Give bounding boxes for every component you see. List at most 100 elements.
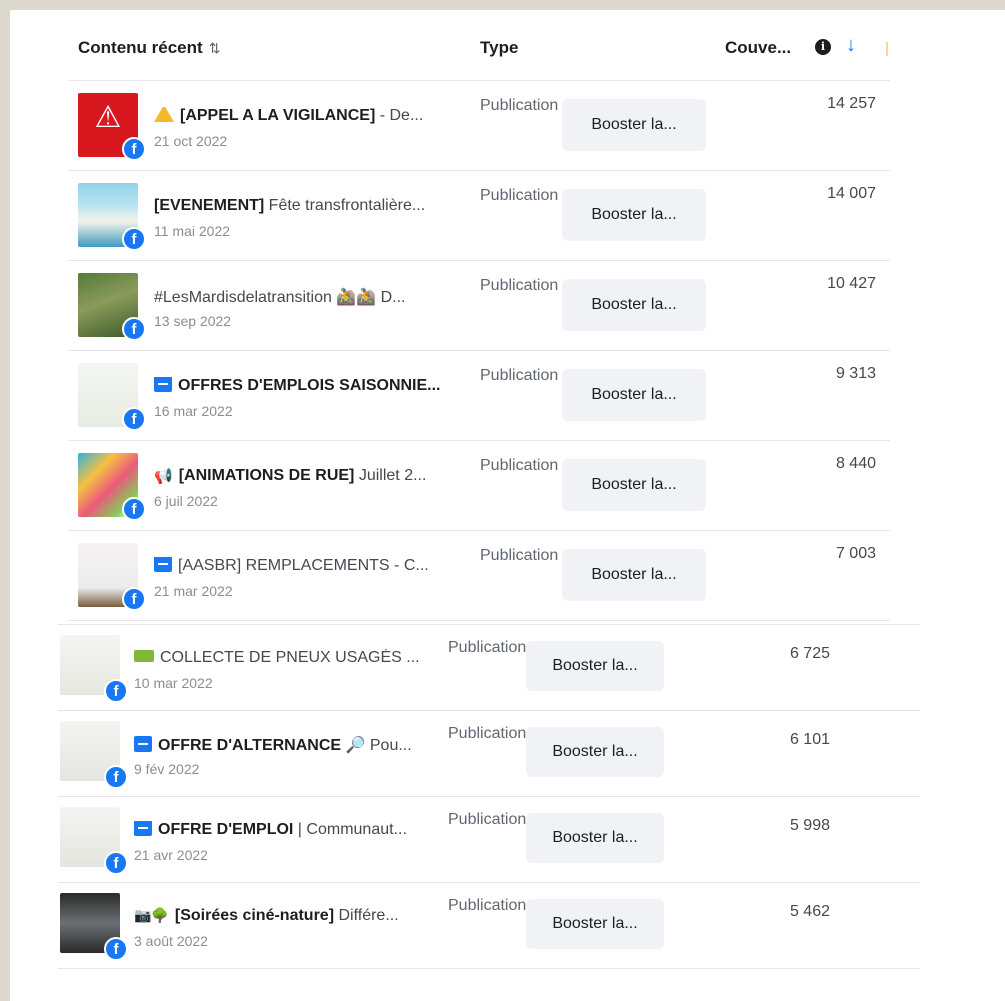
- boost-post-button[interactable]: Booster la...: [562, 459, 706, 511]
- blue-square-icon: [154, 557, 172, 572]
- table-divider: [58, 968, 920, 969]
- post-title[interactable]: #LesMardisdelatransition 🚵🚵 D...: [154, 287, 474, 307]
- facebook-icon: f: [122, 497, 146, 521]
- boost-post-button[interactable]: Booster la...: [562, 279, 706, 331]
- table-row[interactable]: f 📢 [ANIMATIONS DE RUE] Juillet 2... 6 juil…: [68, 440, 890, 531]
- post-title-text: COLLECTE DE PNEUX USAGÉS ...: [160, 649, 420, 666]
- post-reach: 14 257: [827, 95, 876, 112]
- post-date: 21 avr 2022: [134, 847, 208, 863]
- facebook-icon: f: [122, 407, 146, 431]
- post-title-bold: [APPEL A LA VIGILANCE]: [180, 107, 376, 124]
- recent-content-panel: Contenu récent ⇅ Type Couve... i ↓ ⚠ f [APP…: [10, 10, 1005, 1001]
- post-title-text: #LesMardisdelatransition 🚵🚵 D...: [154, 289, 406, 306]
- boost-post-button[interactable]: Booster la...: [526, 641, 664, 691]
- facebook-icon: f: [104, 679, 128, 703]
- info-icon[interactable]: i: [815, 39, 831, 55]
- warning-icon: [154, 107, 174, 123]
- post-title[interactable]: OFFRES D'EMPLOIS SAISONNIE...: [154, 377, 474, 395]
- boost-post-button[interactable]: Booster la...: [562, 549, 706, 601]
- table-row[interactable]: f [AASBR] REMPLACEMENTS - C... 21 mar 2022…: [68, 530, 890, 621]
- post-title-bold: [ANIMATIONS DE RUE]: [178, 467, 355, 485]
- post-title-bold: [Soirées ciné-nature]: [174, 907, 335, 924]
- column-edge-marker: [886, 42, 888, 56]
- table-divider: [68, 620, 890, 621]
- boost-post-button[interactable]: Booster la...: [562, 99, 706, 151]
- table-header: Contenu récent ⇅ Type Couve... i ↓: [10, 10, 1005, 80]
- post-title-text: Fête transfrontalière...: [264, 197, 426, 214]
- column-header-type[interactable]: Type: [480, 38, 518, 58]
- post-title[interactable]: [EVENEMENT] Fête transfrontalière...: [154, 197, 474, 215]
- facebook-icon: f: [104, 937, 128, 961]
- table-row[interactable]: f OFFRES D'EMPLOIS SAISONNIE... 16 mar 202…: [68, 350, 890, 441]
- post-reach: 5 462: [789, 903, 830, 920]
- post-date: 21 oct 2022: [154, 133, 228, 149]
- table-row[interactable]: f OFFRE D'ALTERNANCE 🔎 Pou... 9 fév 2022 Pu…: [58, 710, 920, 797]
- sort-descending-icon[interactable]: ↓: [846, 34, 856, 57]
- boost-post-button[interactable]: Booster la...: [526, 899, 664, 949]
- facebook-icon: f: [104, 851, 128, 875]
- post-date: 13 sep 2022: [154, 313, 232, 329]
- post-type: Publication: [480, 547, 559, 564]
- post-title[interactable]: OFFRE D'ALTERNANCE 🔎 Pou...: [134, 735, 434, 755]
- megaphone-icon: 📢: [154, 468, 173, 485]
- post-type: Publication: [448, 725, 527, 742]
- warning-thumbnail-icon: ⚠: [94, 100, 122, 135]
- post-title-text: - De...: [375, 107, 424, 124]
- boost-post-button[interactable]: Booster la...: [526, 813, 664, 863]
- post-date: 21 mar 2022: [154, 583, 233, 599]
- post-date: 16 mar 2022: [154, 403, 233, 419]
- post-type: Publication: [480, 277, 559, 294]
- boost-post-button[interactable]: Booster la...: [562, 369, 706, 421]
- post-title-bold: OFFRE D'EMPLOI: [158, 821, 294, 838]
- post-title-text: [AASBR] REMPLACEMENTS - C...: [178, 557, 429, 574]
- post-title-bold: OFFRES D'EMPLOIS SAISONNIE...: [178, 377, 441, 394]
- post-type: Publication: [448, 811, 527, 828]
- table-row[interactable]: f #LesMardisdelatransition 🚵🚵 D... 13 sep …: [68, 260, 890, 351]
- post-date: 9 fév 2022: [134, 761, 200, 777]
- column-header-content-label: Contenu récent: [78, 38, 203, 57]
- column-header-reach[interactable]: Couve...: [725, 38, 791, 58]
- post-reach: 10 427: [827, 275, 876, 292]
- post-type: Publication: [480, 97, 559, 114]
- facebook-icon: f: [104, 765, 128, 789]
- facebook-icon: f: [122, 317, 146, 341]
- post-reach: 8 440: [835, 455, 876, 472]
- facebook-icon: f: [122, 137, 146, 161]
- boost-post-button[interactable]: Booster la...: [562, 189, 706, 241]
- table-row[interactable]: ⚠ f [APPEL A LA VIGILANCE] - De... 21 oct 2…: [68, 80, 890, 171]
- post-title[interactable]: 📷🌳 [Soirées ciné-nature] Différe...: [134, 907, 434, 925]
- boost-post-button[interactable]: Booster la...: [526, 727, 664, 777]
- post-title[interactable]: [AASBR] REMPLACEMENTS - C...: [154, 557, 474, 575]
- post-title-text: Juillet 2...: [354, 467, 427, 485]
- post-title[interactable]: 📢 [ANIMATIONS DE RUE] Juillet 2...: [154, 467, 474, 485]
- post-type: Publication: [480, 367, 559, 384]
- post-reach: 5 998: [789, 817, 830, 834]
- truck-icon: [134, 649, 154, 662]
- post-title-bold: [EVENEMENT]: [154, 197, 265, 214]
- post-title-text: Différe...: [334, 907, 399, 924]
- table-row[interactable]: f COLLECTE DE PNEUX USAGÉS ... 10 mar 2022…: [58, 624, 920, 711]
- facebook-icon: f: [122, 587, 146, 611]
- column-header-content[interactable]: Contenu récent ⇅: [78, 38, 220, 58]
- post-date: 3 août 2022: [134, 933, 208, 949]
- post-title[interactable]: COLLECTE DE PNEUX USAGÉS ...: [134, 649, 434, 667]
- post-reach: 6 101: [789, 731, 830, 748]
- post-reach: 7 003: [835, 545, 876, 562]
- post-title[interactable]: [APPEL A LA VIGILANCE] - De...: [154, 107, 474, 125]
- post-type: Publication: [480, 187, 559, 204]
- blue-square-icon: [134, 821, 152, 836]
- post-title-text: 🔎 Pou...: [341, 737, 412, 754]
- post-reach: 9 313: [835, 365, 876, 382]
- post-type: Publication: [448, 639, 527, 656]
- post-title-text: | Communaut...: [293, 821, 407, 838]
- table-row[interactable]: f OFFRE D'EMPLOI | Communaut... 21 avr 202…: [58, 796, 920, 883]
- facebook-icon: f: [122, 227, 146, 251]
- post-title-bold: OFFRE D'ALTERNANCE: [158, 737, 342, 754]
- blue-square-icon: [154, 377, 172, 392]
- post-type: Publication: [480, 457, 559, 474]
- post-date: 6 juil 2022: [154, 493, 218, 509]
- table-row[interactable]: f 📷🌳 [Soirées ciné-nature] Différe... 3 aoû…: [58, 882, 920, 969]
- post-title[interactable]: OFFRE D'EMPLOI | Communaut...: [134, 821, 434, 839]
- table-row[interactable]: f [EVENEMENT] Fête transfrontalière... 11 …: [68, 170, 890, 261]
- sort-icon[interactable]: ⇅: [209, 40, 221, 56]
